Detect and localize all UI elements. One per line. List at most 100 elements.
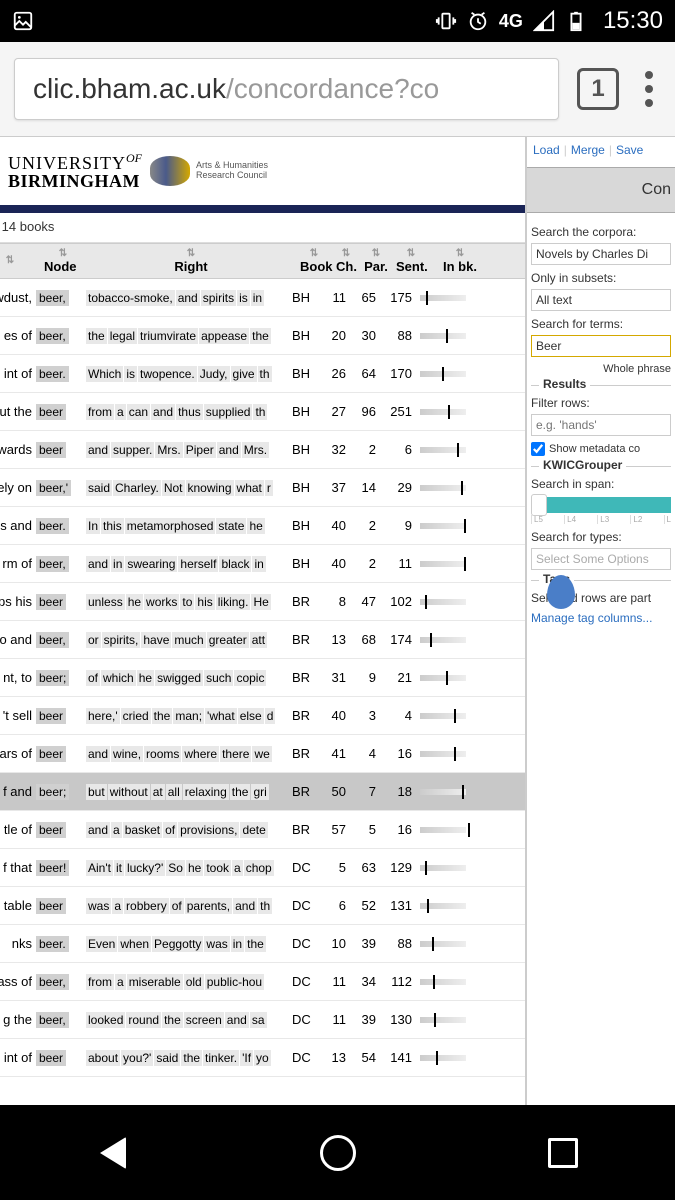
sentence-cell: 21 [380,670,416,685]
table-row[interactable]: ass ofbeer,fromamiserableoldpublic-houDC… [0,963,525,1001]
table-row[interactable]: wardsbeerandsupper.Mrs.PiperandMrs.BH322… [0,431,525,469]
recent-button[interactable] [539,1129,587,1177]
book-cell: BH [292,404,322,419]
types-select[interactable]: Select Some Options [531,548,671,570]
sort-icon[interactable]: ⇅ [300,249,328,259]
load-link[interactable]: Load [533,143,560,161]
sentence-cell: 251 [380,404,416,419]
left-context: rm of [0,556,36,571]
paragraph-cell: 96 [350,404,380,419]
table-row[interactable]: ut thebeerfromacanandthussuppliedthBH279… [0,393,525,431]
sort-icon[interactable]: ⇅ [0,256,36,266]
inbook-cell [416,447,476,453]
label-corpora: Search the corpora: [531,225,671,239]
sentence-cell: 16 [380,822,416,837]
table-header: ⇅ ⇅Node ⇅Right ⇅Book ⇅Ch. ⇅Par. ⇅Sent. ⇅… [0,243,525,279]
book-cell: BH [292,442,322,457]
chapter-cell: 13 [322,632,350,647]
android-status-bar: 4G 15:30 [0,0,675,42]
filter-input[interactable] [531,414,671,436]
left-context: nks [0,936,36,951]
book-cell: DC [292,936,322,951]
table-row[interactable]: o andbeer,orspirits,havemuchgreaterattBR… [0,621,525,659]
whole-phrase-label: Whole phrase [603,363,671,375]
table-row[interactable]: tle ofbeerandabasketofprovisions,deteBR5… [0,811,525,849]
chapter-cell: 11 [322,1012,350,1027]
result-count: om 14 books [0,213,525,243]
table-row[interactable]: nksbeer.EvenwhenPeggottywasintheDC103988 [0,925,525,963]
table-row[interactable]: int ofbeer.Whichistwopence.Judy,givethBH… [0,355,525,393]
node-word: beer; [36,784,82,799]
sort-icon[interactable]: ⇅ [396,249,426,259]
chapter-cell: 20 [322,328,350,343]
back-button[interactable] [89,1129,137,1177]
table-row[interactable]: ps hisbeerunlessheworkstohisliking.HeBR8… [0,583,525,621]
node-word: beer [36,594,82,609]
sort-icon[interactable]: ⇅ [44,249,82,259]
paragraph-cell: 3 [350,708,380,723]
right-context: wasarobberyofparents,andth [82,898,292,914]
sentence-cell: 16 [380,746,416,761]
home-button[interactable] [314,1129,362,1177]
table-row[interactable]: s andbeer.InthismetamorphosedstateheBH40… [0,507,525,545]
sentence-cell: 129 [380,860,416,875]
book-cell: DC [292,860,322,875]
table-row[interactable]: f thatbeer!Ain'titlucky?'SohetookachopDC… [0,849,525,887]
table-row[interactable]: wdust,beer,tobacco-smoke,andspiritsisinB… [0,279,525,317]
url-bar[interactable]: clic.bham.ac.uk/concordance?co [14,58,559,120]
tab-switcher[interactable]: 1 [577,68,619,110]
sentence-cell: 88 [380,936,416,951]
sentence-cell: 18 [380,784,416,799]
vibrate-icon [435,10,457,32]
battery-icon [565,10,587,32]
table-row[interactable]: f andbeer;butwithoutatallrelaxingthegriB… [0,773,525,811]
right-context: butwithoutatallrelaxingthegri [82,784,292,800]
sort-icon[interactable]: ⇅ [336,249,356,259]
table-row[interactable]: 't sellbeerhere,'criedtheman;'whatelsedB… [0,697,525,735]
span-slider[interactable] [531,497,671,513]
manage-tags-link[interactable]: Manage tag columns... [531,611,671,625]
subsets-select[interactable]: All text [531,289,671,311]
table-row[interactable]: ars ofbeerandwine,roomswherethereweBR414… [0,735,525,773]
overflow-menu[interactable] [637,71,661,107]
node-word: beer [36,822,82,837]
sort-icon[interactable]: ⇅ [434,249,486,259]
paragraph-cell: 68 [350,632,380,647]
save-link[interactable]: Save [616,143,643,161]
text-cursor-handle[interactable] [547,575,575,609]
merge-link[interactable]: Merge [571,143,605,161]
inbook-cell [416,485,476,491]
table-row[interactable]: rm ofbeer,andinswearingherselfblackinBH4… [0,545,525,583]
sort-icon[interactable]: ⇅ [364,249,388,259]
left-context: g the [0,1012,36,1027]
table-row[interactable]: ely onbeer,'saidCharley.NotknowingwhatrB… [0,469,525,507]
right-context: saidCharley.Notknowingwhatr [82,480,292,496]
chapter-cell: 57 [322,822,350,837]
inbook-cell [416,827,476,833]
metadata-checkbox[interactable] [531,442,545,456]
chapter-cell: 8 [322,594,350,609]
right-context: lookedroundthescreenandsa [82,1012,292,1028]
node-word: beer [36,1050,82,1065]
sort-icon[interactable]: ⇅ [90,249,292,259]
paragraph-cell: 64 [350,366,380,381]
inbook-cell [416,865,476,871]
panel-tab-concordance[interactable]: Con [527,167,675,213]
metadata-label: Show metadata co [549,443,640,455]
inbook-cell [416,751,476,757]
book-cell: BR [292,632,322,647]
corpora-select[interactable]: Novels by Charles Di [531,243,671,265]
table-row[interactable]: int ofbeeraboutyou?'saidthetinker.'IfyoD… [0,1039,525,1077]
node-word: beer [36,442,82,457]
terms-input[interactable]: Beer [531,335,671,357]
table-row[interactable]: tablebeerwasarobberyofparents,andthDC652… [0,887,525,925]
table-row[interactable]: es ofbeer,thelegaltriumvirateappeasetheB… [0,317,525,355]
right-context: fromamiserableoldpublic-hou [82,974,292,990]
sentence-cell: 88 [380,328,416,343]
table-row[interactable]: g thebeer,lookedroundthescreenandsaDC113… [0,1001,525,1039]
label-terms: Search for terms: [531,317,671,331]
url-path: /concordance?co [226,73,439,105]
table-row[interactable]: nt, tobeer;ofwhichheswiggedsuchcopicBR31… [0,659,525,697]
concordance-table: om 14 books ⇅ ⇅Node ⇅Right ⇅Book ⇅Ch. ⇅P… [0,213,525,1105]
left-context: o and [0,632,36,647]
